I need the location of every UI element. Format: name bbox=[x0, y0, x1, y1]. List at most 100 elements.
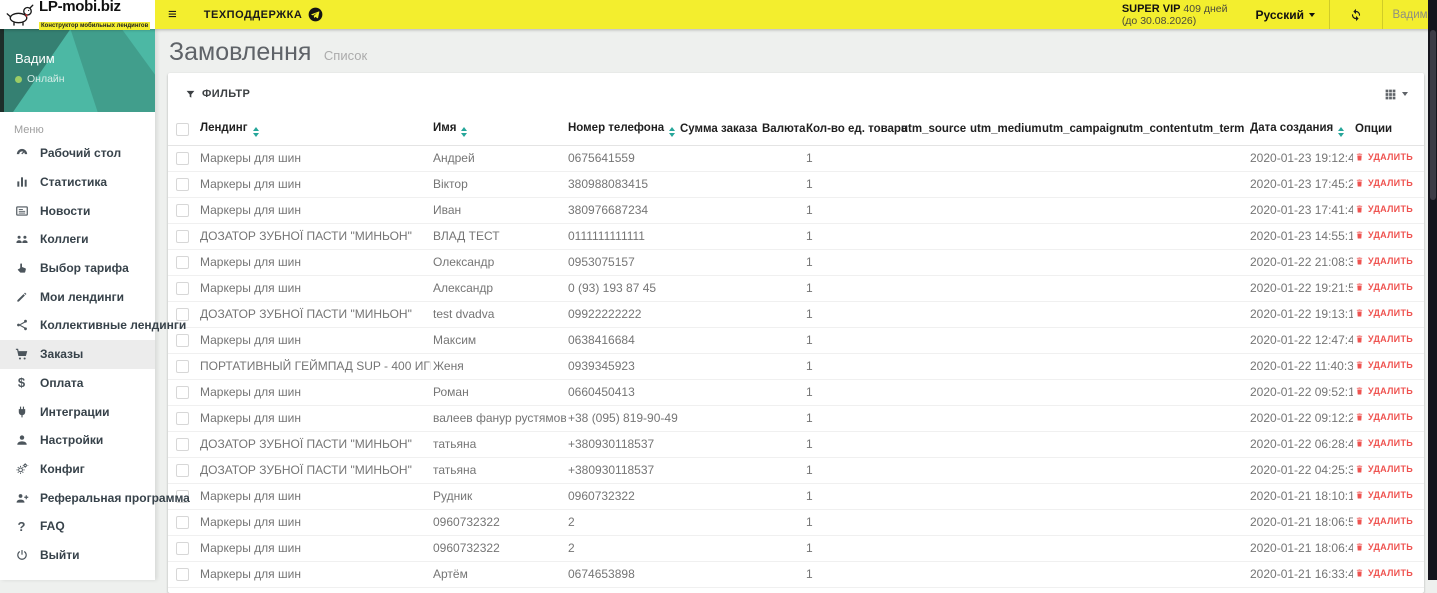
support-button[interactable]: ТЕХПОДДЕРЖКА bbox=[204, 7, 324, 22]
cell-currency bbox=[760, 249, 804, 276]
row-checkbox[interactable] bbox=[176, 386, 189, 400]
row-checkbox[interactable] bbox=[176, 334, 189, 348]
delete-button[interactable]: УДАЛИТЬ bbox=[1355, 178, 1413, 188]
delete-button[interactable]: УДАЛИТЬ bbox=[1355, 282, 1413, 292]
cell-options: УДАЛИТЬ bbox=[1353, 327, 1424, 354]
sidebar-item-colleagues[interactable]: Коллеги bbox=[0, 225, 155, 254]
row-checkbox[interactable] bbox=[176, 204, 189, 218]
table-row: Маркеры для шин Максим 0638416684 1 2020-01-… bbox=[168, 327, 1424, 354]
top-bar: LP-mobi.biz Конструктор мобильных лендин… bbox=[0, 0, 1437, 30]
column-header-utm_medium: utm_medium bbox=[968, 115, 1042, 146]
sidebar-item-news[interactable]: Новости bbox=[0, 196, 155, 225]
column-header-name[interactable]: Имя bbox=[431, 115, 566, 146]
cell-utm_campaign bbox=[1040, 431, 1120, 458]
cell-utm_medium bbox=[968, 275, 1040, 302]
select-all-checkbox[interactable] bbox=[176, 122, 189, 136]
delete-button[interactable]: УДАЛИТЬ bbox=[1355, 360, 1413, 370]
brand-tagline: Конструктор мобильных лендингов bbox=[39, 21, 151, 30]
column-header-qty: Кол-во ед. товара bbox=[804, 115, 907, 146]
sidebar-item-statistics[interactable]: Статистика bbox=[0, 168, 155, 197]
delete-button[interactable]: УДАЛИТЬ bbox=[1355, 308, 1413, 318]
sidebar-item-settings[interactable]: Настройки bbox=[0, 426, 155, 455]
filter-button[interactable]: ФИЛЬТР bbox=[185, 88, 250, 100]
row-checkbox[interactable] bbox=[176, 568, 189, 582]
delete-button[interactable]: УДАЛИТЬ bbox=[1355, 464, 1413, 474]
cell-utm_medium bbox=[968, 197, 1040, 224]
delete-button[interactable]: УДАЛИТЬ bbox=[1355, 412, 1413, 422]
cell-utm_term bbox=[1190, 197, 1248, 224]
table-row: Маркеры для шин Артём 0674653898 1 2020-01-2… bbox=[168, 561, 1424, 588]
column-header-phone[interactable]: Номер телефона bbox=[566, 115, 678, 146]
sidebar-item-payment[interactable]: $ Оплата bbox=[0, 369, 155, 398]
row-checkbox[interactable] bbox=[176, 360, 189, 374]
cell-sum bbox=[678, 509, 760, 536]
menu-toggle-icon[interactable]: ≡ bbox=[155, 6, 190, 23]
column-settings-button[interactable] bbox=[1384, 88, 1408, 101]
delete-button[interactable]: УДАЛИТЬ bbox=[1355, 490, 1413, 500]
scrollbar-thumb[interactable] bbox=[1429, 30, 1436, 200]
sidebar-item-tariff[interactable]: Выбор тарифа bbox=[0, 254, 155, 283]
cell-name: Роман bbox=[431, 379, 566, 406]
delete-button[interactable]: УДАЛИТЬ bbox=[1355, 256, 1413, 266]
row-checkbox[interactable] bbox=[176, 438, 189, 452]
row-checkbox[interactable] bbox=[176, 282, 189, 296]
brand-logo-area[interactable]: LP-mobi.biz Конструктор мобильных лендин… bbox=[0, 0, 155, 30]
row-checkbox[interactable] bbox=[176, 178, 189, 192]
row-checkbox[interactable] bbox=[176, 256, 189, 270]
cell-currency bbox=[760, 483, 804, 510]
column-header-utm_campaign: utm_campaign bbox=[1040, 115, 1123, 146]
cell-qty: 1 bbox=[804, 379, 899, 406]
cell-currency bbox=[760, 223, 804, 250]
delete-button[interactable]: УДАЛИТЬ bbox=[1355, 230, 1413, 240]
cell-utm_campaign bbox=[1040, 275, 1120, 302]
cell-sum bbox=[678, 171, 760, 198]
row-checkbox[interactable] bbox=[176, 542, 189, 556]
page-scrollbar[interactable] bbox=[1428, 0, 1437, 580]
row-checkbox[interactable] bbox=[176, 230, 189, 244]
sidebar-item-label: Новости bbox=[40, 203, 91, 218]
cell-landing: Маркеры для шин bbox=[198, 405, 431, 432]
cell-landing: Маркеры для шин bbox=[198, 509, 431, 536]
table-row: ДОЗАТОР ЗУБНОЇ ПАСТИ "МИНЬОН" татьяна +380… bbox=[168, 457, 1424, 484]
sidebar-item-referral[interactable]: Реферальная программа bbox=[0, 483, 190, 512]
cell-phone: 0111111111111 bbox=[566, 223, 678, 250]
delete-button[interactable]: УДАЛИТЬ bbox=[1355, 204, 1413, 214]
refresh-button[interactable] bbox=[1330, 0, 1382, 29]
sidebar-item-collective-landings[interactable]: Коллективные лендинги bbox=[0, 311, 186, 340]
row-checkbox[interactable] bbox=[176, 152, 189, 166]
cell-utm_medium bbox=[968, 405, 1040, 432]
sidebar-item-faq[interactable]: ? FAQ bbox=[0, 512, 155, 541]
cell-utm_term bbox=[1190, 171, 1248, 198]
delete-button[interactable]: УДАЛИТЬ bbox=[1355, 334, 1413, 344]
delete-button[interactable]: УДАЛИТЬ bbox=[1355, 568, 1413, 578]
delete-button[interactable]: УДАЛИТЬ bbox=[1355, 516, 1413, 526]
cell-name: 0960732322 bbox=[431, 509, 566, 536]
column-header-created[interactable]: Дата создания bbox=[1248, 115, 1353, 146]
sidebar-item-dashboard[interactable]: Рабочий стол bbox=[0, 139, 155, 168]
cell-created: 2020-01-22 21:08:31 bbox=[1248, 249, 1353, 276]
sidebar-item-orders[interactable]: Заказы bbox=[0, 339, 155, 369]
cell-utm_content bbox=[1120, 535, 1190, 562]
cell-sum bbox=[678, 353, 760, 380]
delete-button[interactable]: УДАЛИТЬ bbox=[1355, 438, 1413, 448]
language-selector[interactable]: Русский bbox=[1242, 0, 1330, 29]
cell-created: 2020-01-22 04:25:31 bbox=[1248, 457, 1353, 484]
sidebar-item-my-landings[interactable]: Мои лендинги bbox=[0, 282, 155, 311]
cell-phone: 0660450413 bbox=[566, 379, 678, 406]
row-checkbox[interactable] bbox=[176, 516, 189, 530]
sidebar-item-integrations[interactable]: Интеграции bbox=[0, 397, 155, 426]
delete-button[interactable]: УДАЛИТЬ bbox=[1355, 152, 1413, 162]
cell-utm_content bbox=[1120, 431, 1190, 458]
cell-created: 2020-01-22 11:40:37 bbox=[1248, 353, 1353, 380]
row-checkbox[interactable] bbox=[176, 464, 189, 478]
delete-button[interactable]: УДАЛИТЬ bbox=[1355, 542, 1413, 552]
cell-utm_content bbox=[1120, 509, 1190, 536]
row-checkbox[interactable] bbox=[176, 412, 189, 426]
cell-utm_medium bbox=[968, 457, 1040, 484]
column-header-landing[interactable]: Лендинг bbox=[198, 115, 431, 146]
sidebar-item-config[interactable]: Конфиг bbox=[0, 455, 155, 484]
delete-button[interactable]: УДАЛИТЬ bbox=[1355, 386, 1413, 396]
cell-utm_content bbox=[1120, 353, 1190, 380]
main-content: Замовлення Список ФИЛЬТР Лендинг Имя Номер… bbox=[155, 29, 1428, 593]
sidebar-item-logout[interactable]: Выйти bbox=[0, 541, 155, 570]
